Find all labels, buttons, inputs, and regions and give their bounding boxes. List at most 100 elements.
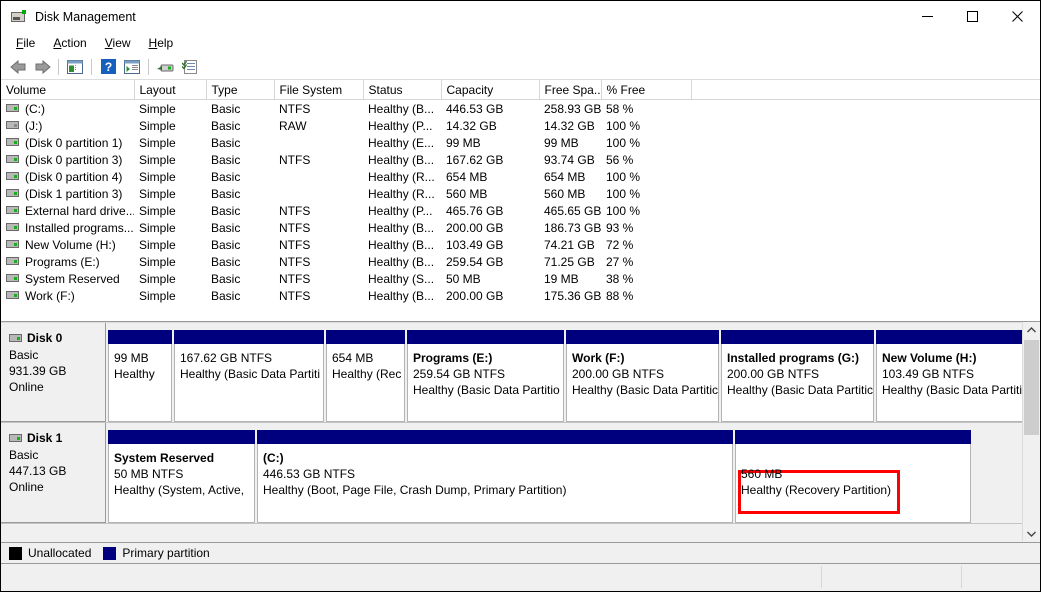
legend: Unallocated Primary partition bbox=[1, 542, 1040, 564]
partition-block[interactable]: 167.62 GB NTFS Healthy (Basic Data Partit… bbox=[174, 330, 324, 422]
table-row[interactable]: (Disk 0 partition 3) Simple Basic NTFS Healt… bbox=[1, 151, 1040, 168]
cell-filler bbox=[691, 219, 1040, 236]
scrollbar-track[interactable] bbox=[1023, 435, 1040, 525]
table-row[interactable]: (C:) Simple Basic NTFS Healthy (B... 446.53 G… bbox=[1, 100, 1040, 118]
table-row[interactable]: (J:) Simple Basic RAW Healthy (P... 14.32 GB 1… bbox=[1, 117, 1040, 134]
partition-type-band bbox=[735, 430, 971, 444]
table-row[interactable]: Work (F:) Simple Basic NTFS Healthy (B... 200… bbox=[1, 287, 1040, 304]
close-button[interactable] bbox=[995, 1, 1040, 32]
drive-icon-healthy bbox=[6, 104, 19, 113]
scroll-up-arrow[interactable] bbox=[1023, 322, 1040, 339]
partition-block[interactable]: Programs (E:) 259.54 GB NTFS Healthy (Basi… bbox=[407, 330, 564, 422]
rescan-disks-icon[interactable] bbox=[153, 56, 177, 78]
disk-info-panel[interactable]: Disk 0 Basic 931.39 GB Online bbox=[1, 323, 106, 422]
status-bar bbox=[1, 564, 1040, 591]
column-header-type[interactable]: Type bbox=[206, 80, 275, 100]
cell-type: Basic bbox=[211, 186, 241, 201]
cell-filler bbox=[691, 287, 1040, 304]
properties-icon[interactable] bbox=[177, 56, 201, 78]
table-row[interactable]: System Reserved Simple Basic NTFS Healthy (S… bbox=[1, 270, 1040, 287]
scrollbar-thumb[interactable] bbox=[1024, 340, 1039, 435]
partition-block[interactable]: Work (F:) 200.00 GB NTFS Healthy (Basic Da… bbox=[566, 330, 719, 422]
back-icon[interactable] bbox=[6, 56, 30, 78]
partition-block[interactable]: Installed programs (G:) 200.00 GB NTFS Hea… bbox=[721, 330, 874, 422]
disk-partitions: System Reserved 50 MB NTFS Healthy (System… bbox=[106, 423, 1040, 523]
table-row[interactable]: Installed programs... Simple Basic NTFS Heal… bbox=[1, 219, 1040, 236]
cell-file-system: NTFS bbox=[279, 152, 311, 167]
partition-block[interactable]: 654 MB Healthy (Rec bbox=[326, 330, 405, 422]
table-row[interactable]: Programs (E:) Simple Basic NTFS Healthy (B..… bbox=[1, 253, 1040, 270]
help-icon[interactable]: ? bbox=[96, 56, 120, 78]
window-title: Disk Management bbox=[35, 9, 136, 24]
cell-layout: Simple bbox=[139, 135, 176, 150]
drive-icon-healthy bbox=[6, 257, 19, 266]
cell-free-space: 258.93 GB bbox=[544, 101, 601, 116]
cell-type: Basic bbox=[211, 152, 241, 167]
column-header-volume[interactable]: Volume bbox=[1, 80, 135, 100]
partition-type-band bbox=[174, 330, 324, 344]
drive-icon-healthy bbox=[6, 240, 19, 249]
maximize-button[interactable] bbox=[950, 1, 995, 32]
partition-name: Work (F:) bbox=[572, 351, 625, 365]
table-row[interactable]: New Volume (H:) Simple Basic NTFS Healthy (B… bbox=[1, 236, 1040, 253]
disk-info-panel[interactable]: Disk 1 Basic 447.13 GB Online bbox=[1, 423, 106, 523]
cell-status: Healthy (R... bbox=[368, 169, 435, 184]
table-row[interactable]: (Disk 0 partition 4) Simple Basic Healthy (… bbox=[1, 168, 1040, 185]
legend-label-primary-partition: Primary partition bbox=[122, 546, 210, 560]
disk-type: Basic bbox=[9, 448, 39, 462]
menu-file[interactable]: File bbox=[7, 34, 44, 52]
partition-block[interactable]: (C:) 446.53 GB NTFS Healthy (Boot, Page Fi… bbox=[257, 430, 733, 523]
status-pane-2 bbox=[822, 566, 962, 588]
drive-icon-healthy bbox=[6, 206, 19, 215]
column-header-free-space[interactable]: Free Spa... bbox=[539, 80, 602, 100]
cell-volume: (J:) bbox=[1, 117, 134, 134]
partition-type-band bbox=[326, 330, 405, 344]
cell-status: Healthy (B... bbox=[368, 237, 435, 252]
drive-icon-healthy bbox=[6, 189, 19, 198]
show-hide-console-tree-icon[interactable] bbox=[63, 56, 87, 78]
cell-free-space: 74.21 GB bbox=[544, 237, 595, 252]
partition-details: Installed programs (G:) 200.00 GB NTFS Hea… bbox=[721, 344, 874, 422]
graphical-view-scrollbar[interactable] bbox=[1022, 322, 1040, 542]
forward-icon[interactable] bbox=[30, 56, 54, 78]
partition-block[interactable]: New Volume (H:) 103.49 GB NTFS Healthy (Ba… bbox=[876, 330, 1031, 422]
scroll-down-arrow[interactable] bbox=[1023, 525, 1040, 542]
cell-type: Basic bbox=[211, 101, 241, 116]
menu-bar: File Action View Help bbox=[1, 32, 1040, 54]
cell-layout: Simple bbox=[139, 288, 176, 303]
column-header-layout[interactable]: Layout bbox=[134, 80, 207, 100]
partition-block[interactable]: 99 MB Healthy bbox=[108, 330, 172, 422]
show-hide-action-pane-icon[interactable] bbox=[120, 56, 144, 78]
cell-volume: (Disk 0 partition 4) bbox=[1, 168, 134, 185]
partition-name: (C:) bbox=[263, 451, 284, 465]
cell-percent-free: 93 % bbox=[606, 220, 634, 235]
table-row[interactable]: (Disk 1 partition 3) Simple Basic Healthy (… bbox=[1, 185, 1040, 202]
column-header-percent-free[interactable]: % Free bbox=[601, 80, 692, 100]
minimize-button[interactable] bbox=[905, 1, 950, 32]
table-row[interactable]: External hard drive... Simple Basic NTFS Hea… bbox=[1, 202, 1040, 219]
column-header-status[interactable]: Status bbox=[363, 80, 442, 100]
column-header-capacity[interactable]: Capacity bbox=[441, 80, 540, 100]
cell-layout: Simple bbox=[139, 237, 176, 252]
cell-volume: Programs (E:) bbox=[1, 253, 134, 270]
volume-list[interactable]: Volume Layout Type File System Status Ca… bbox=[1, 80, 1040, 322]
column-header-file-system[interactable]: File System bbox=[274, 80, 364, 100]
menu-action[interactable]: Action bbox=[44, 34, 95, 52]
table-row[interactable]: (Disk 0 partition 1) Simple Basic Healthy (… bbox=[1, 134, 1040, 151]
cell-file-system: RAW bbox=[279, 118, 307, 133]
partition-block[interactable]: System Reserved 50 MB NTFS Healthy (System… bbox=[108, 430, 255, 523]
menu-help[interactable]: Help bbox=[140, 34, 183, 52]
partition-block[interactable]: 560 MB Healthy (Recovery Partition) bbox=[735, 430, 971, 523]
partition-name: Programs (E:) bbox=[413, 351, 493, 365]
cell-free-space: 93.74 GB bbox=[544, 152, 595, 167]
menu-view[interactable]: View bbox=[96, 34, 140, 52]
cell-capacity: 446.53 GB bbox=[446, 101, 504, 116]
cell-status: Healthy (P... bbox=[368, 118, 433, 133]
toolbar-separator bbox=[148, 58, 149, 75]
cell-type: Basic bbox=[211, 254, 241, 269]
partition-status: Healthy (System, Active, bbox=[114, 483, 245, 497]
cell-percent-free: 100 % bbox=[606, 135, 641, 150]
cell-layout: Simple bbox=[139, 101, 176, 116]
partition-details: (C:) 446.53 GB NTFS Healthy (Boot, Page Fi… bbox=[257, 444, 733, 523]
cell-capacity: 560 MB bbox=[446, 186, 488, 201]
